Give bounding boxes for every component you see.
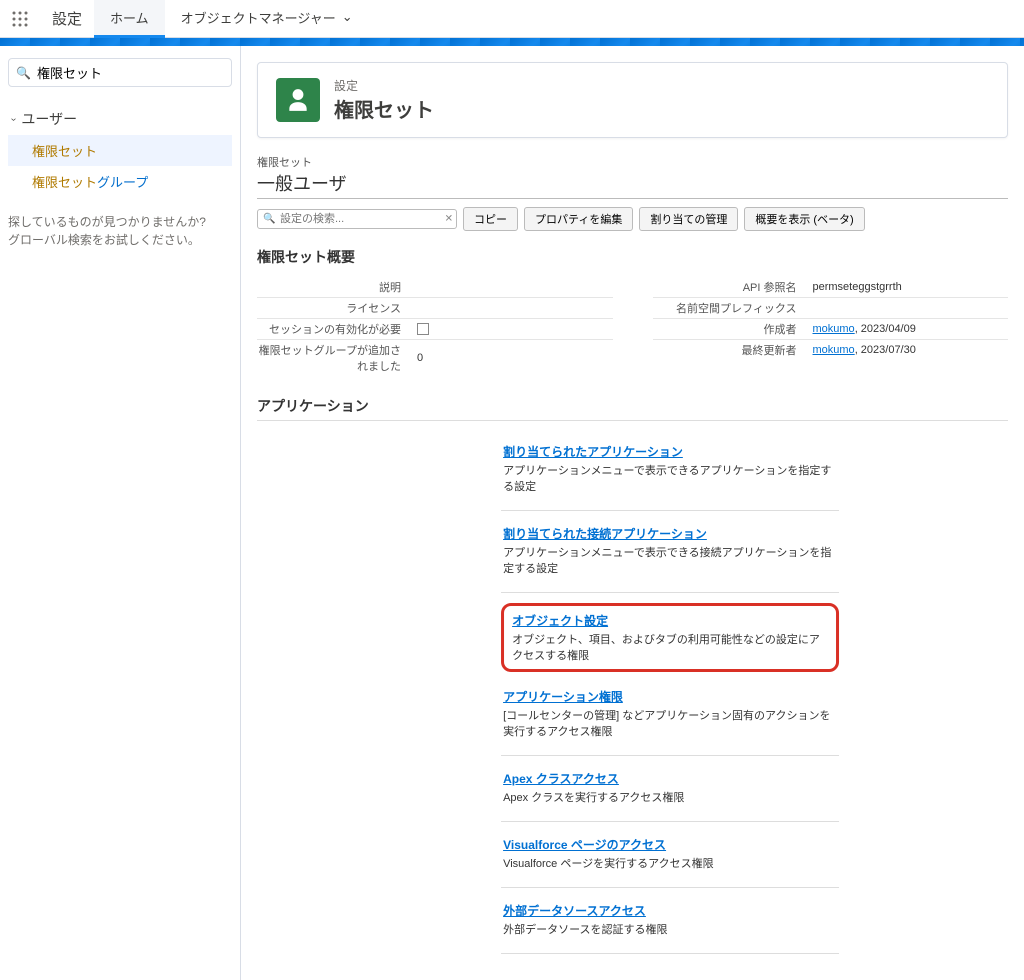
app-link-item: 外部データソースアクセス外部データソースを認証する権限	[501, 898, 839, 941]
divider	[501, 755, 839, 756]
overview-row: 作成者 mokumo, 2023/04/09	[653, 318, 1009, 339]
app-link-title[interactable]: Apex クラスアクセス	[503, 770, 837, 787]
overview-section-title: 権限セット概要	[257, 247, 1008, 267]
manage-assignments-button[interactable]: 割り当ての管理	[639, 207, 738, 231]
divider	[501, 953, 839, 954]
checkbox-unchecked-icon[interactable]	[417, 323, 429, 335]
creator-date: , 2023/04/09	[855, 323, 916, 335]
sidebar: 🔍 › ユーザー 権限セット 権限セットグループ 探しているものが見つかりません…	[0, 46, 240, 980]
modifier-date: , 2023/07/30	[855, 344, 916, 356]
sidebar-search-input[interactable]	[8, 58, 232, 87]
app-link-title[interactable]: 外部データソースアクセス	[503, 902, 837, 919]
overview-value: mokumo, 2023/04/09	[813, 323, 1009, 335]
overview-value	[417, 323, 613, 335]
divider	[501, 821, 839, 822]
app-link-desc: Visualforce ページを実行するアクセス権限	[503, 855, 837, 871]
app-link-desc: Apex クラスを実行するアクセス権限	[503, 789, 837, 805]
app-link-title[interactable]: 割り当てられたアプリケーション	[503, 443, 837, 460]
overview-label: 作成者	[653, 321, 813, 337]
search-icon: 🔍	[16, 66, 31, 80]
sidebar-search: 🔍	[8, 58, 232, 87]
sidebar-item-label: 権限セット	[32, 144, 97, 159]
tree-group-label: ユーザー	[21, 109, 77, 129]
app-link-item: 割り当てられたアプリケーションアプリケーションメニューで表示できるアプリケーショ…	[501, 439, 839, 498]
sidebar-footer-line2: グローバル検索をお試しください。	[8, 231, 232, 249]
app-link-item: オブジェクト設定オブジェクト、項目、およびタブの利用可能性などの設定にアクセスす…	[501, 603, 839, 672]
app-link-item: 割り当てられた接続アプリケーションアプリケーションメニューで表示できる接続アプリ…	[501, 521, 839, 580]
overview-label: ライセンス	[257, 300, 417, 316]
permission-set-icon	[276, 78, 320, 122]
show-overview-button[interactable]: 概要を表示 (ベータ)	[744, 207, 864, 231]
overview-row: セッションの有効化が必要	[257, 318, 613, 339]
overview-row: 権限セットグループが追加されました 0	[257, 339, 613, 376]
tab-object-manager[interactable]: オブジェクトマネージャー ⌄	[165, 0, 369, 38]
chevron-down-icon: ›	[8, 117, 19, 120]
divider	[501, 592, 839, 593]
sidebar-item-permission-sets[interactable]: 権限セット	[8, 135, 232, 166]
app-link-title[interactable]: アプリケーション権限	[503, 688, 837, 705]
modifier-link[interactable]: mokumo	[813, 344, 855, 356]
app-link-desc: 外部データソースを認証する権限	[503, 921, 837, 937]
app-link-desc: アプリケーションメニューで表示できるアプリケーションを指定する設定	[503, 462, 837, 494]
overview-label: 説明	[257, 279, 417, 295]
overview-value: 0	[417, 352, 613, 364]
apps-section-title: アプリケーション	[257, 396, 1008, 421]
divider	[501, 510, 839, 511]
overview-row: ライセンス	[257, 297, 613, 318]
settings-search-input[interactable]	[257, 209, 457, 229]
overview-label: 権限セットグループが追加されました	[257, 342, 417, 374]
chevron-down-icon: ⌄	[342, 9, 353, 25]
sidebar-item-permission-set-groups[interactable]: 権限セットグループ	[8, 166, 232, 197]
clear-icon[interactable]: ✕	[445, 214, 453, 225]
app-link-item: アプリケーション権限 [コールセンターの管理] などアプリケーション固有のアクショ…	[501, 684, 839, 743]
overview-label: 最終更新者	[653, 342, 813, 358]
app-link-desc: [コールセンターの管理] などアプリケーション固有のアクションを実行するアクセス…	[503, 707, 837, 739]
tab-object-manager-label: オブジェクトマネージャー	[181, 8, 336, 27]
legacy-title: 一般ユーザ	[257, 170, 1008, 199]
overview-row: API 参照名 permseteggstgrrth	[653, 277, 1009, 297]
sidebar-footer-line1: 探しているものが見つかりませんか?	[8, 213, 232, 231]
tab-home[interactable]: ホーム	[94, 0, 165, 38]
app-link-title[interactable]: オブジェクト設定	[512, 612, 828, 629]
legacy-eyebrow: 権限セット	[257, 154, 1008, 170]
creator-link[interactable]: mokumo	[813, 323, 855, 335]
overview-label: API 参照名	[653, 279, 813, 295]
overview-row: 名前空間プレフィックス	[653, 297, 1009, 318]
app-link-item: Visualforce ページのアクセス Visualforce ページを実行する…	[501, 832, 839, 875]
overview-row: 最終更新者 mokumo, 2023/07/30	[653, 339, 1009, 360]
sidebar-footer: 探しているものが見つかりませんか? グローバル検索をお試しください。	[8, 213, 232, 249]
header-title: 設定	[40, 8, 94, 29]
app-link-desc: アプリケーションメニューで表示できる接続アプリケーションを指定する設定	[503, 544, 837, 576]
page-title: 権限セット	[334, 94, 434, 123]
tab-home-label: ホーム	[110, 8, 149, 27]
page-eyebrow: 設定	[334, 77, 434, 94]
overview-value: permseteggstgrrth	[813, 281, 1009, 293]
copy-button[interactable]: コピー	[463, 207, 518, 231]
overview-value: mokumo, 2023/07/30	[813, 344, 1009, 356]
overview-label: 名前空間プレフィックス	[653, 300, 813, 316]
search-icon: 🔍	[263, 214, 275, 225]
edit-properties-button[interactable]: プロパティを編集	[524, 207, 633, 231]
overview-row: 説明	[257, 277, 613, 297]
app-launcher-icon[interactable]	[0, 10, 40, 28]
sidebar-item-label-highlight: 権限セット	[32, 175, 97, 190]
app-link-title[interactable]: 割り当てられた接続アプリケーション	[503, 525, 837, 542]
page-header: 設定 権限セット	[257, 62, 1008, 138]
app-link-title[interactable]: Visualforce ページのアクセス	[503, 836, 837, 853]
tree-group-users[interactable]: › ユーザー	[8, 103, 232, 135]
overview-label: セッションの有効化が必要	[257, 321, 417, 337]
sidebar-item-label-rest: グループ	[97, 175, 148, 190]
app-link-desc: オブジェクト、項目、およびタブの利用可能性などの設定にアクセスする権限	[512, 631, 828, 663]
app-link-item: Apex クラスアクセス Apex クラスを実行するアクセス権限	[501, 766, 839, 809]
banner-decoration	[0, 38, 1024, 46]
divider	[501, 887, 839, 888]
